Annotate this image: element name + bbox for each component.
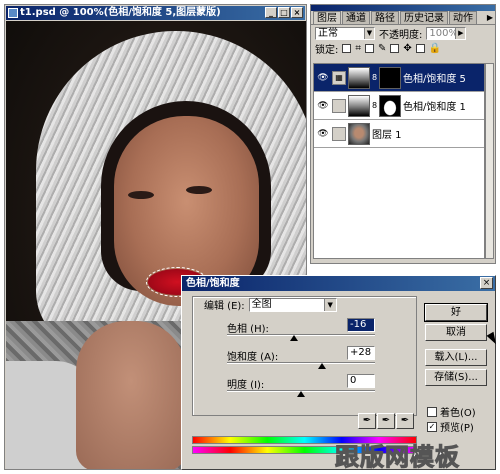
palette-tabs: 图层 通道 路径 历史记录 动作 ▶ <box>311 11 495 25</box>
edit-select[interactable]: 全图 ▼ <box>248 297 337 312</box>
hue-slider-track[interactable] <box>227 334 375 336</box>
tab-layers[interactable]: 图层 <box>313 11 341 24</box>
minimize-button[interactable]: _ <box>265 7 277 18</box>
adjustment-group <box>192 296 417 416</box>
opacity-value: 100% <box>429 27 458 39</box>
lock-transparency-icon: ⌗ <box>355 42 362 54</box>
link-icon: 8 <box>372 101 378 110</box>
tab-actions[interactable]: 动作 <box>449 11 477 24</box>
lock-move-icon: ✥ <box>403 42 412 54</box>
dialog-close-button[interactable]: × <box>480 277 493 289</box>
opacity-label: 不透明度: <box>379 29 423 41</box>
chevron-down-icon: ▼ <box>364 27 374 39</box>
save-button[interactable]: 存储(S)... <box>425 369 487 386</box>
preview-checkbox[interactable]: ✓ <box>427 421 437 432</box>
edit-brush-icon[interactable]: ▦ <box>332 70 346 85</box>
tab-paths[interactable]: 路径 <box>371 11 399 24</box>
blend-mode-value: 正常 <box>318 27 338 39</box>
lightness-slider-knob[interactable] <box>297 391 305 397</box>
eyedropper-plus-icon[interactable]: ✒ <box>377 413 395 429</box>
layer-row[interactable]: 👁 8 色相/饱和度 1 <box>314 92 484 120</box>
layer-list-scrollbar[interactable] <box>485 63 494 259</box>
lock-icon: 🔒 <box>428 42 442 54</box>
tab-channels[interactable]: 通道 <box>342 11 370 24</box>
hue-slider-knob[interactable] <box>290 335 299 341</box>
colorize-label: 着色(O) <box>440 408 476 419</box>
saturation-label: 饱和度 (A): <box>227 352 279 363</box>
eyedropper-icon[interactable]: ✒ <box>358 413 376 429</box>
colorize-option[interactable]: 着色(O) <box>427 404 476 419</box>
layers-palette: 图层 通道 路径 历史记录 动作 ▶ 正常 ▼ 不透明度: 100% ▶ 锁定:… <box>310 4 496 264</box>
layer-name: 色相/饱和度 5 <box>403 74 466 85</box>
lock-label: 锁定: <box>315 44 339 56</box>
hue-input[interactable]: -16 <box>347 318 375 332</box>
adjustment-thumbnail <box>348 94 370 117</box>
edit-label: 编辑 (E): <box>204 301 245 312</box>
layer-row[interactable]: 👁 ▦ 8 色相/饱和度 5 <box>314 64 484 92</box>
dialog-title-bar[interactable]: 色相/饱和度 × <box>182 276 495 291</box>
saturation-input[interactable]: +28 <box>347 346 375 360</box>
right-eye <box>186 186 212 194</box>
hand <box>76 321 186 469</box>
blend-mode-select[interactable]: 正常 ▼ <box>315 26 375 40</box>
lock-position-checkbox[interactable] <box>390 43 400 53</box>
chevron-right-icon: ▶ <box>455 27 466 39</box>
mask-thumbnail[interactable] <box>379 66 401 89</box>
eyedropper-minus-icon[interactable]: ✒ <box>396 413 414 429</box>
tab-history[interactable]: 历史记录 <box>400 11 448 24</box>
layer-row[interactable]: 👁 图层 1 <box>314 120 484 148</box>
close-button[interactable]: × <box>291 7 303 18</box>
preview-label: 预览(P) <box>440 423 474 434</box>
left-eye <box>128 191 154 199</box>
layer-name: 色相/饱和度 1 <box>403 102 466 113</box>
preview-option[interactable]: ✓ 预览(P) <box>427 419 474 434</box>
edit-brush-icon[interactable] <box>332 98 346 113</box>
lock-brush-icon: ✎ <box>378 42 387 54</box>
saturation-slider-track[interactable] <box>227 362 375 364</box>
lock-transparency-checkbox[interactable] <box>342 43 352 53</box>
colorize-checkbox[interactable] <box>427 406 437 417</box>
chevron-down-icon: ▼ <box>323 298 336 311</box>
hue-label: 色相 (H): <box>227 324 269 335</box>
adjustment-thumbnail <box>348 66 370 89</box>
document-title-bar[interactable]: t1.psd @ 100%(色相/饱和度 5,图层蒙版) _ □ × <box>6 6 305 20</box>
load-button[interactable]: 载入(L)... <box>425 349 487 366</box>
layer-name: 图层 1 <box>372 130 402 141</box>
cancel-button[interactable]: 取消 <box>425 324 487 341</box>
document-title: t1.psd @ 100%(色相/饱和度 5,图层蒙版) <box>20 7 221 18</box>
ok-button[interactable]: 好 <box>424 303 488 322</box>
visibility-eye-icon[interactable]: 👁 <box>314 73 332 83</box>
lightness-label: 明度 (I): <box>227 380 265 391</box>
edit-value: 全图 <box>251 298 272 310</box>
maximize-button[interactable]: □ <box>278 7 290 18</box>
palette-menu-arrow-icon[interactable]: ▶ <box>487 11 495 24</box>
mask-thumbnail[interactable] <box>379 94 401 117</box>
link-icon: 8 <box>372 73 378 82</box>
visibility-eye-icon[interactable]: 👁 <box>314 101 332 111</box>
layer-thumbnail <box>348 122 370 145</box>
visibility-eye-icon[interactable]: 👁 <box>314 129 332 139</box>
lock-all-checkbox[interactable] <box>415 43 425 53</box>
opacity-field[interactable]: 100% ▶ <box>426 26 467 40</box>
layer-list: 👁 ▦ 8 色相/饱和度 5 👁 8 色相/饱和度 1 👁 图层 1 <box>313 63 485 259</box>
lightness-input[interactable]: 0 <box>347 374 375 388</box>
saturation-slider-knob[interactable] <box>317 363 326 369</box>
edit-brush-icon[interactable] <box>332 126 346 141</box>
eyedropper-group: ✒ ✒ ✒ <box>358 413 414 429</box>
watermark-text: 跟版网模板 <box>335 443 460 472</box>
photoshop-icon <box>8 8 18 18</box>
lock-image-checkbox[interactable] <box>365 43 375 53</box>
dialog-title: 色相/饱和度 <box>186 278 240 289</box>
